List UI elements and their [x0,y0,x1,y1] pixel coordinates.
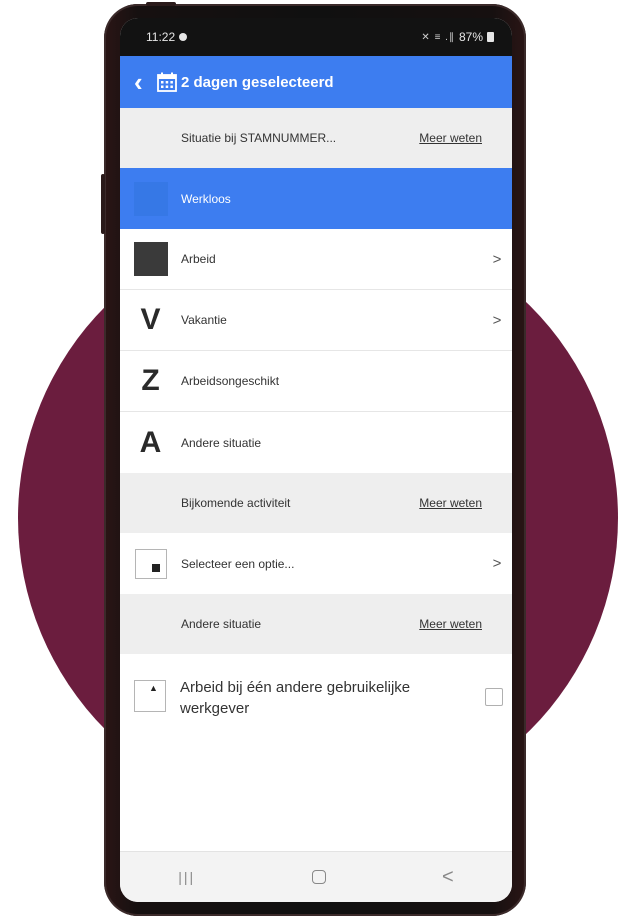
activity-more-info-link[interactable]: Meer weten [419,496,482,510]
other-option-row[interactable]: ▲ Arbeid bij één andere gebruikelijke we… [120,654,512,764]
chevron-right-icon: > [492,250,502,268]
situation-label-andere: Andere situatie [181,435,262,450]
situation-more-info-link[interactable]: Meer weten [419,131,482,145]
situation-item-andere[interactable]: A Andere situatie [120,412,512,473]
situation-item-arbeidsongeschikt[interactable]: Z Arbeidsongeschikt [120,351,512,412]
situation-item-vakantie[interactable]: V Vakantie > [120,290,512,351]
section-situation-label: Situatie bij STAMNUMMER... [181,131,337,145]
situation-label-arbeidsongeschikt: Arbeidsongeschikt [181,374,280,388]
select-option-icon [134,548,167,579]
home-icon[interactable] [311,870,326,884]
calendar-icon [156,71,178,93]
situation-item-arbeid[interactable]: Arbeid > [120,229,512,290]
status-time: 11:22 [146,30,176,44]
section-header-situation: Situatie bij STAMNUMMER... Meer weten [120,108,512,168]
chevron-right-icon: > [492,311,502,329]
section-other-label: Andere situatie [181,617,262,631]
blue-square-icon [133,181,168,216]
phone-screen: 11:22 ✕ ≡ .∥ 87% ‹ 2 dagen geselecteerd [120,18,512,902]
letter-z-icon: Z [141,364,160,397]
battery-icon [487,32,494,42]
situation-label-vakantie: Vakantie [181,313,227,327]
other-option-label: Arbeid bij één andere gebruikelijke werk… [180,679,411,717]
employer-icon: ▲ [134,680,166,712]
status-bar: 11:22 ✕ ≡ .∥ 87% [120,18,512,56]
battery-level: 87% [458,30,483,44]
nav-back-icon[interactable]: < [442,867,454,887]
situation-label-werkloos: Werkloos [181,191,231,206]
system-nav-bar: ||| < [120,851,512,902]
section-activity-label: Bijkomende activiteit [181,496,291,510]
other-option-checkbox[interactable] [485,688,503,706]
app-bar: ‹ 2 dagen geselecteerd [120,56,512,108]
section-header-activity: Bijkomende activiteit Meer weten [120,473,512,533]
letter-v-icon: V [140,303,161,336]
other-more-info-link[interactable]: Meer weten [419,617,482,631]
situation-item-werkloos[interactable]: Werkloos [120,168,512,229]
page-title: 2 dagen geselecteerd [181,73,334,91]
situation-label-arbeid: Arbeid [181,252,216,266]
chevron-right-icon: > [492,555,502,572]
activity-select-placeholder: Selecteer een optie... [181,556,295,571]
letter-a-icon: A [139,425,162,459]
back-chevron-icon[interactable]: ‹ [134,69,152,95]
dark-square-icon [133,242,168,276]
activity-select[interactable]: Selecteer een optie... > [120,533,512,594]
section-header-other: Andere situatie Meer weten [120,594,512,654]
recent-apps-icon[interactable]: ||| [178,869,195,885]
signal-icon: ✕ ≡ .∥ [421,31,455,43]
notification-dot-icon [179,33,188,41]
